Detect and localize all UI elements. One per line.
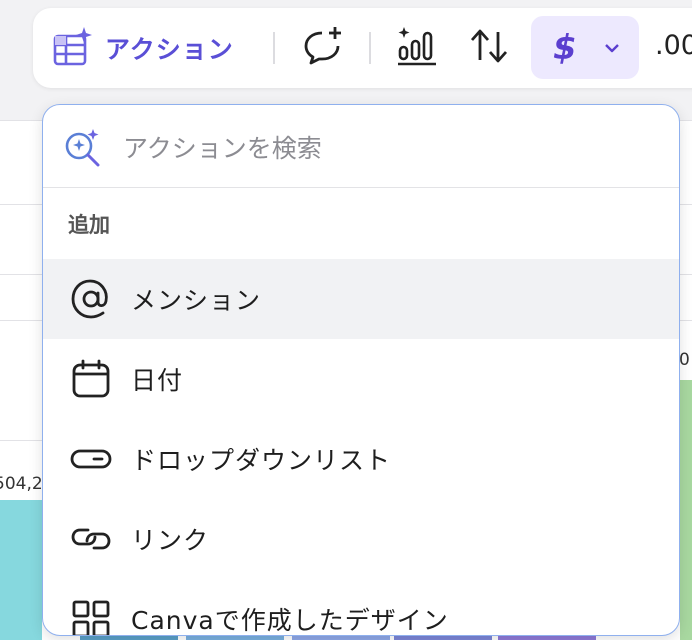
section-heading-add: 追加 [68,213,110,237]
at-icon [68,276,114,322]
menu-item-link[interactable]: リンク [43,499,679,579]
menu-item-label: リンク [131,526,210,555]
comment-add-icon [302,25,344,71]
chart-sparkle-icon [396,25,440,71]
actions-dropdown: 追加 メンション 日付 [42,104,680,636]
menu-item-mention[interactable]: メンション [43,259,679,339]
add-comment-button[interactable] [301,26,345,70]
link-icon [68,516,114,562]
dropdown-list-icon [68,436,114,482]
table-sparkle-icon [53,26,93,70]
calendar-icon [68,356,114,402]
toolbar-divider [369,32,371,64]
search-actions-input[interactable] [121,125,645,171]
menu-item-label: ドロップダウンリスト [131,446,392,475]
menu-item-label: Canvaで作成したデザイン [131,606,449,635]
currency-format-button[interactable]: $ [531,16,639,79]
actions-label: アクション [105,35,234,64]
insights-button[interactable] [395,26,441,70]
currency-symbol: $ [553,27,577,68]
sparkle-search-icon [63,127,103,171]
actions-button[interactable]: アクション [53,26,234,70]
menu-item-canva-design[interactable]: Canvaで作成したデザイン [43,579,679,635]
chevron-down-icon [603,42,621,54]
background-cell-value: 504,2 [0,474,43,494]
search-row [43,105,679,188]
background-cell-value: 0 [679,350,690,370]
toolbar-divider [273,32,275,64]
background-chart-bar [680,380,692,640]
sort-button[interactable] [467,26,513,70]
floating-toolbar: アクション $ .00 [33,8,692,88]
background-chart-bar [0,500,42,640]
decimal-format-button[interactable]: .00 [655,30,692,61]
menu-item-label: 日付 [131,366,184,395]
sort-arrows-icon [468,26,512,70]
design-grid-icon [68,596,114,635]
menu-item-label: メンション [131,286,262,315]
menu-item-dropdown-list[interactable]: ドロップダウンリスト [43,419,679,499]
screen: 504,2 0 アクション [0,0,692,640]
menu-item-date[interactable]: 日付 [43,339,679,419]
